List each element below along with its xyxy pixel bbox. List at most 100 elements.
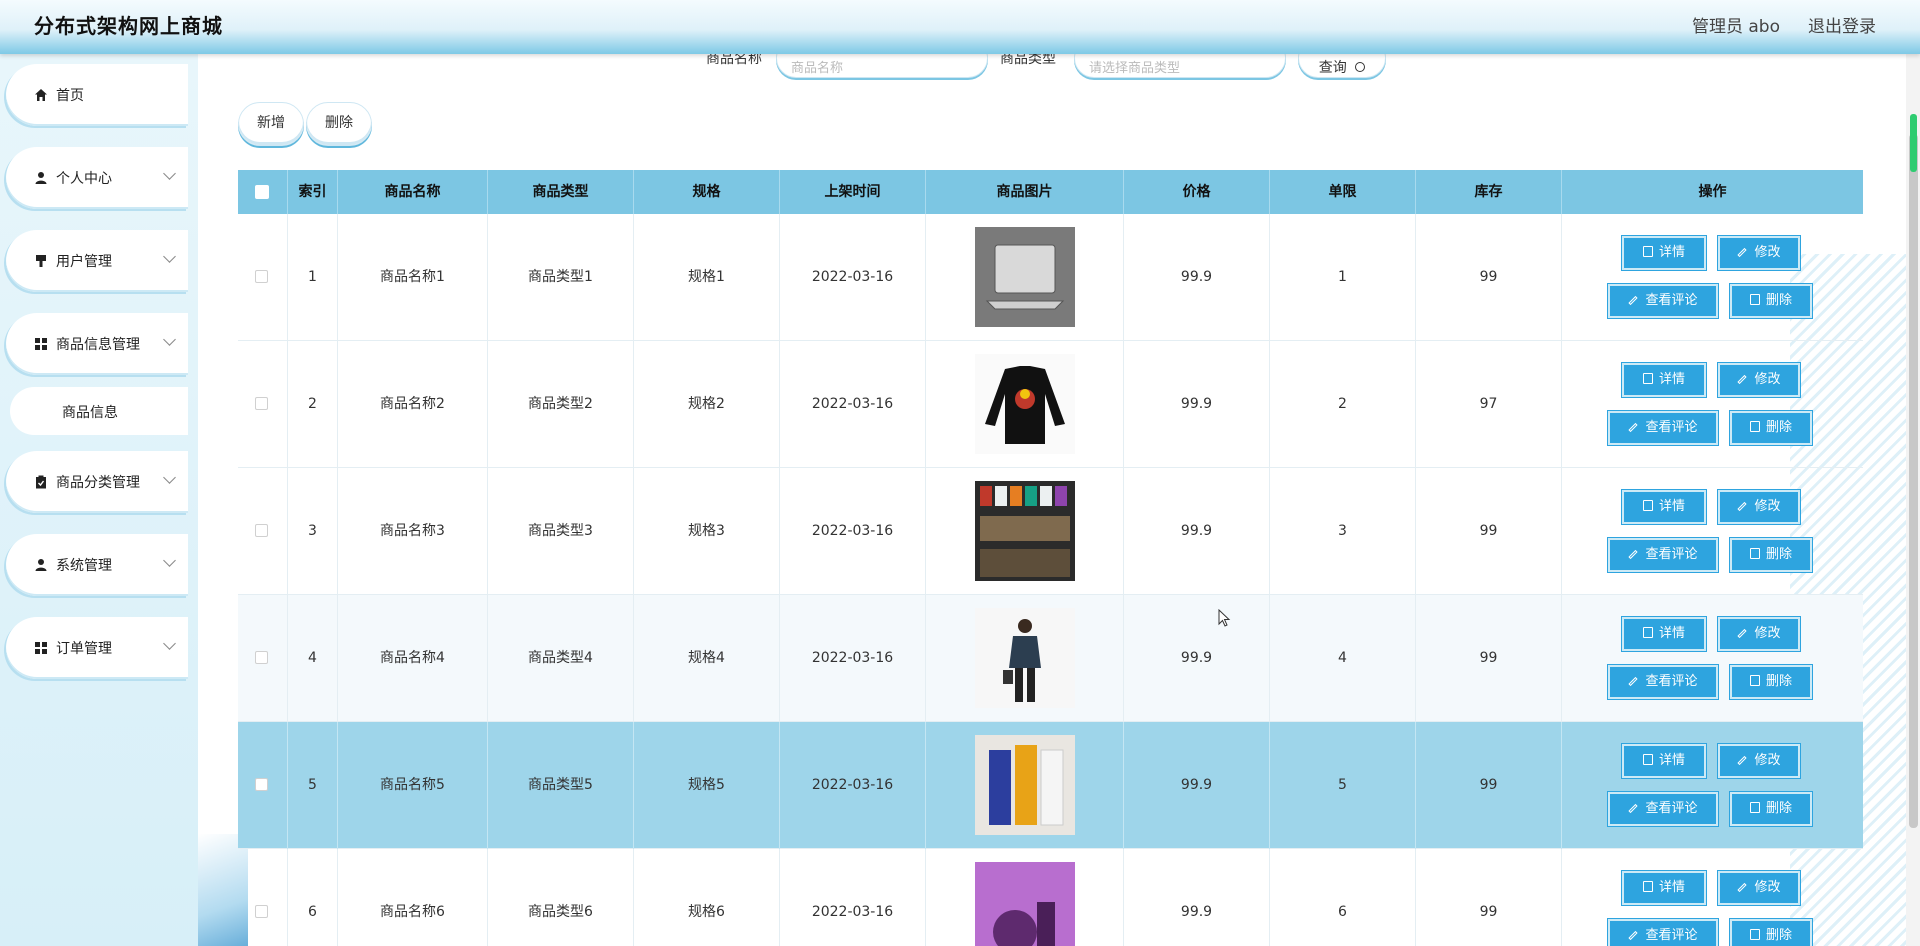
row-checkbox[interactable] <box>255 651 268 664</box>
cell-product-type: 商品类型1 <box>488 214 634 341</box>
sidebar-item-label: 用户管理 <box>56 254 112 270</box>
sidebar-item-user-management[interactable]: 用户管理 <box>6 230 188 292</box>
row-checkbox[interactable] <box>255 524 268 537</box>
sidebar-item-category-management[interactable]: 商品分类管理 <box>6 451 188 513</box>
detail-label: 详情 <box>1658 245 1685 260</box>
view-reviews-button[interactable]: 查看评论 <box>1608 411 1718 445</box>
search-name-input[interactable]: 商品名称 <box>776 54 988 78</box>
table-row[interactable]: 3 商品名称3 商品类型3 规格3 2022-03-16 99.9 3 99 详情 修改 查看评论删… <box>238 468 1863 595</box>
delete-button[interactable]: 删除 <box>306 102 372 146</box>
sidebar-item-personal-center[interactable]: 个人中心 <box>6 147 188 209</box>
table-row[interactable]: 2 商品名称2 商品类型2 规格2 2022-03-16 99.9 2 97 详情 修改 查看评论删… <box>238 341 1863 468</box>
cell-product-type: 商品类型5 <box>488 722 634 849</box>
select-all-checkbox[interactable] <box>255 185 269 199</box>
vertical-scrollbar[interactable] <box>1906 54 1920 946</box>
cell-product-name: 商品名称6 <box>338 849 488 946</box>
row-select-cell[interactable] <box>238 595 288 722</box>
row-checkbox[interactable] <box>255 905 268 918</box>
search-icon <box>1355 62 1366 72</box>
pencil-icon <box>1628 295 1639 306</box>
sidebar-item-label: 首页 <box>56 88 84 104</box>
search-type-select[interactable]: 请选择商品类型 <box>1074 54 1286 78</box>
trash-icon <box>1749 421 1760 432</box>
row-delete-button[interactable]: 删除 <box>1730 919 1812 946</box>
cell-actions: 详情 修改 查看评论 删除 <box>1562 341 1863 468</box>
cell-product-name: 商品名称5 <box>338 722 488 849</box>
detail-button[interactable]: 详情 <box>1622 744 1706 778</box>
chevron-down-icon <box>163 167 176 180</box>
cell-image <box>926 468 1124 595</box>
pencil-icon <box>1737 501 1748 512</box>
edit-label: 修改 <box>1754 880 1781 895</box>
row-checkbox[interactable] <box>255 270 268 283</box>
sidebar-item-product-info-management[interactable]: 商品信息管理 <box>6 313 188 375</box>
header-spec: 规格 <box>634 170 780 214</box>
edit-button[interactable]: 修改 <box>1718 871 1800 905</box>
detail-button[interactable]: 详情 <box>1622 490 1706 524</box>
user-manage-icon <box>36 255 46 267</box>
edit-button[interactable]: 修改 <box>1718 744 1800 778</box>
cell-spec: 规格4 <box>634 595 780 722</box>
view-reviews-button[interactable]: 查看评论 <box>1608 665 1718 699</box>
row-delete-button[interactable]: 删除 <box>1730 411 1812 445</box>
row-delete-button[interactable]: 删除 <box>1730 792 1812 826</box>
detail-button[interactable]: 详情 <box>1622 236 1706 270</box>
row-checkbox[interactable] <box>255 397 268 410</box>
laptop-image <box>975 227 1075 327</box>
sidebar-item-label: 个人中心 <box>56 171 112 187</box>
pencil-icon <box>1737 882 1748 893</box>
table-row[interactable]: 4 商品名称4 商品类型4 规格4 2022-03-16 99.9 4 99 详情 修改 查看评论删… <box>238 595 1863 722</box>
sidebar-item-system-management[interactable]: 系统管理 <box>6 534 188 596</box>
view-reviews-label: 查看评论 <box>1645 547 1698 562</box>
edit-button[interactable]: 修改 <box>1718 617 1800 651</box>
cell-price: 99.9 <box>1124 595 1270 722</box>
sidebar-subitem-product-info[interactable]: 商品信息 <box>10 387 188 435</box>
detail-button[interactable]: 详情 <box>1622 871 1706 905</box>
row-delete-button[interactable]: 删除 <box>1730 284 1812 318</box>
sidebar-item-order-management[interactable]: 订单管理 <box>6 617 188 679</box>
cell-product-type: 商品类型4 <box>488 595 634 722</box>
table-row[interactable]: 6 商品名称6 商品类型6 规格6 2022-03-16 99.9 6 99 详情 修改 查看评论删… <box>238 849 1863 946</box>
trash-icon <box>1749 675 1760 686</box>
search-type-label: 商品类型 <box>1000 54 1056 67</box>
fashion-model-image <box>975 608 1075 708</box>
query-button[interactable]: 查询 <box>1298 54 1386 78</box>
cell-spec: 规格3 <box>634 468 780 595</box>
edit-button[interactable]: 修改 <box>1718 236 1800 270</box>
logout-link[interactable]: 退出登录 <box>1808 12 1876 37</box>
detail-label: 详情 <box>1658 880 1685 895</box>
person-icon <box>35 172 47 184</box>
scrollbar-thumb[interactable] <box>1909 134 1918 828</box>
cell-limit: 1 <box>1270 214 1416 341</box>
row-select-cell[interactable] <box>238 722 288 849</box>
detail-button[interactable]: 详情 <box>1622 617 1706 651</box>
row-delete-button[interactable]: 删除 <box>1730 665 1812 699</box>
cell-date: 2022-03-16 <box>780 849 926 946</box>
header-select-all[interactable] <box>238 170 288 214</box>
view-reviews-button[interactable]: 查看评论 <box>1608 538 1718 572</box>
cell-stock: 99 <box>1416 595 1562 722</box>
row-select-cell[interactable] <box>238 468 288 595</box>
table-row[interactable]: 1 商品名称1 商品类型1 规格1 2022-03-16 99.9 1 99 详情 修改 查看评论删… <box>238 214 1863 341</box>
row-select-cell[interactable] <box>238 341 288 468</box>
row-select-cell[interactable] <box>238 214 288 341</box>
row-delete-button[interactable]: 删除 <box>1730 538 1812 572</box>
cell-date: 2022-03-16 <box>780 341 926 468</box>
row-select-cell[interactable] <box>238 849 288 946</box>
query-label: 查询 <box>1318 60 1347 76</box>
cell-date: 2022-03-16 <box>780 722 926 849</box>
document-icon <box>1642 627 1653 638</box>
edit-button[interactable]: 修改 <box>1718 490 1800 524</box>
view-reviews-button[interactable]: 查看评论 <box>1608 919 1718 946</box>
add-button[interactable]: 新增 <box>238 102 304 146</box>
edit-button[interactable]: 修改 <box>1718 363 1800 397</box>
row-checkbox[interactable] <box>255 778 268 791</box>
view-reviews-label: 查看评论 <box>1645 801 1698 816</box>
cell-date: 2022-03-16 <box>780 468 926 595</box>
view-reviews-button[interactable]: 查看评论 <box>1608 792 1718 826</box>
view-reviews-button[interactable]: 查看评论 <box>1608 284 1718 318</box>
sidebar-item-home[interactable]: 首页 <box>6 64 188 126</box>
detail-button[interactable]: 详情 <box>1622 363 1706 397</box>
table-row[interactable]: 5 商品名称5 商品类型5 规格5 2022-03-16 99.9 5 99 详情 修改 查看评论删… <box>238 722 1863 849</box>
header-price: 价格 <box>1124 170 1270 214</box>
